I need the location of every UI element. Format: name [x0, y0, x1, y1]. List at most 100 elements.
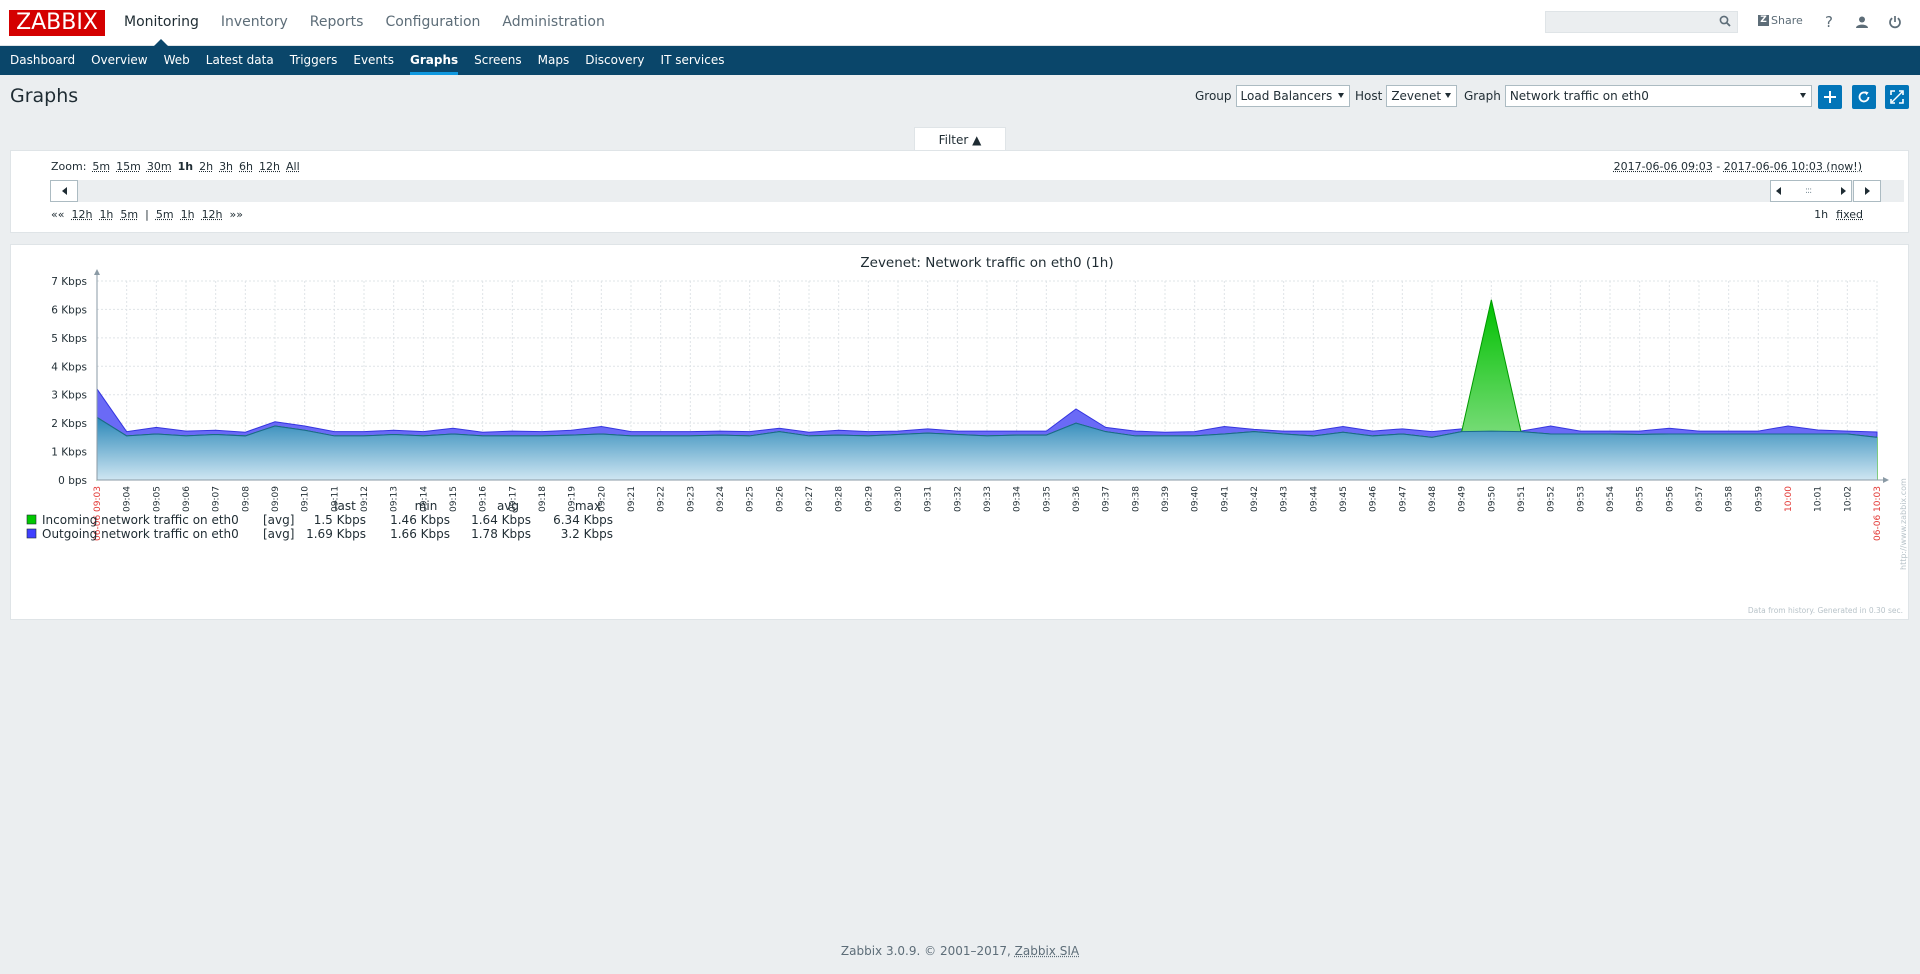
x-tick-label: 09:05 — [152, 486, 162, 512]
zoom-option-30m[interactable]: 30m — [147, 160, 172, 173]
subnav-item-graphs[interactable]: Graphs — [402, 46, 466, 75]
top-header: ZABBIX Monitoring Inventory Reports Configu… — [0, 0, 1920, 46]
x-tick-label: 09:47 — [1398, 486, 1408, 512]
subnav-item-events[interactable]: Events — [345, 46, 402, 75]
nav-back-1h[interactable]: 1h — [99, 208, 113, 221]
zoom-option-3h[interactable]: 3h — [219, 160, 233, 173]
y-tick-label: 4 Kbps — [51, 361, 87, 373]
add-to-favourites-button[interactable] — [1818, 85, 1842, 109]
x-tick-label: 09:33 — [983, 486, 993, 512]
subnav-item-web[interactable]: Web — [156, 46, 198, 75]
topnav-item-inventory[interactable]: Inventory — [210, 0, 299, 45]
chart-title: Zevenet: Network traffic on eth0 (1h) — [860, 255, 1113, 271]
y-axis-arrow-icon — [94, 269, 100, 275]
zoom-options: Zoom: 5m 15m 30m 1h 2h 3h 6h 12h All — [51, 160, 300, 173]
group-select[interactable]: Load Balancers — [1235, 85, 1350, 107]
user-profile-icon[interactable] — [1852, 12, 1872, 32]
zoom-option-2h[interactable]: 2h — [199, 160, 213, 173]
share-button[interactable]: Z Share — [1758, 14, 1803, 27]
subnav-item-maps[interactable]: Maps — [530, 46, 578, 75]
nav-forward-12h[interactable]: 12h — [202, 208, 223, 221]
zoom-option-all[interactable]: All — [286, 160, 300, 173]
legend-series-name: Incoming network traffic on eth0 — [42, 513, 239, 527]
subnav-item-discovery[interactable]: Discovery — [577, 46, 652, 75]
x-tick-label: 09:39 — [1161, 486, 1171, 512]
zoom-option-12h[interactable]: 12h — [259, 160, 280, 173]
handle-left-icon[interactable] — [1776, 187, 1781, 195]
sub-menu: Dashboard Overview Web Latest data Triggers E… — [0, 46, 1920, 75]
subnav-item-latest-data[interactable]: Latest data — [198, 46, 282, 75]
search-icon[interactable] — [1719, 15, 1731, 27]
help-icon[interactable]: ? — [1819, 12, 1839, 32]
nav-forward-5m[interactable]: 5m — [156, 208, 174, 221]
scroll-left-button[interactable] — [50, 180, 78, 202]
subnav-item-dashboard[interactable]: Dashboard — [2, 46, 83, 75]
subnav-item-triggers[interactable]: Triggers — [282, 46, 346, 75]
legend-value-min: 1.46 Kbps — [390, 513, 450, 527]
y-tick-label: 7 Kbps — [51, 276, 87, 288]
x-tick-label: 09:31 — [924, 486, 934, 512]
grip-icon: ::: — [1805, 186, 1812, 196]
network-traffic-chart[interactable]: Zevenet: Network traffic on eth0 (1h) 0 b… — [11, 245, 1908, 619]
x-tick-label: 09:15 — [449, 486, 459, 512]
subnav-item-overview[interactable]: Overview — [83, 46, 156, 75]
x-tick-label: 09:48 — [1428, 486, 1438, 512]
page-title: Graphs — [10, 85, 79, 107]
zoom-option-15m[interactable]: 15m — [116, 160, 141, 173]
period-from-link[interactable]: 2017-06-06 09:03 — [1614, 160, 1713, 173]
x-tick-label: 09:10 — [301, 486, 311, 512]
x-tick-label: 09:55 — [1636, 486, 1646, 512]
scroll-right-button[interactable] — [1853, 180, 1881, 202]
nav-forward-1h[interactable]: 1h — [181, 208, 195, 221]
legend-color-swatch — [26, 514, 37, 525]
period-to-link[interactable]: 2017-06-06 10:03 (now!) — [1724, 160, 1862, 173]
x-tick-label: 09:34 — [1013, 486, 1023, 512]
zoom-option-6h[interactable]: 6h — [239, 160, 253, 173]
x-tick-label: 09:27 — [805, 486, 815, 512]
x-tick-label: 09:38 — [1131, 486, 1141, 512]
x-tick-label: 09:04 — [123, 486, 133, 512]
footer-link[interactable]: Zabbix SIA — [1015, 944, 1079, 958]
period-length: 1h — [1814, 208, 1829, 221]
topnav-item-reports[interactable]: Reports — [299, 0, 375, 45]
search-box — [1545, 11, 1738, 33]
refresh-button[interactable] — [1852, 85, 1876, 109]
nav-separator: | — [145, 208, 149, 221]
x-tick-label: 09:21 — [627, 486, 637, 512]
timeline-scrollbar[interactable]: ::: — [50, 180, 1904, 202]
legend-series-func: [avg] — [263, 513, 294, 527]
graph-select[interactable]: Network traffic on eth0 — [1504, 85, 1812, 107]
legend-value-min: 1.66 Kbps — [390, 527, 450, 541]
scroll-handle[interactable]: ::: — [1770, 180, 1852, 202]
x-tick-label: 10:00 — [1784, 486, 1794, 512]
subnav-item-screens[interactable]: Screens — [466, 46, 530, 75]
topnav-item-configuration[interactable]: Configuration — [374, 0, 491, 45]
handle-right-icon[interactable] — [1841, 187, 1846, 195]
zabbix-logo[interactable]: ZABBIX — [9, 10, 105, 36]
dropdown-arrow-icon — [1799, 93, 1806, 98]
zoom-option-5m[interactable]: 5m — [92, 160, 110, 173]
zoom-option-1h[interactable]: 1h — [178, 160, 194, 173]
fullscreen-icon — [1890, 90, 1904, 104]
search-input[interactable] — [1546, 12, 1714, 32]
x-tick-label: 09:23 — [686, 486, 696, 512]
nav-forward-far-label: »» — [229, 208, 243, 221]
host-select[interactable]: Zevenet — [1386, 85, 1458, 107]
legend-color-swatch — [26, 528, 37, 539]
legend-value-last: 1.69 Kbps — [306, 527, 366, 541]
topnav-item-administration[interactable]: Administration — [491, 0, 615, 45]
nav-back-5m[interactable]: 5m — [120, 208, 138, 221]
filter-toggle-tab[interactable]: Filter ▲ — [914, 127, 1006, 151]
fullscreen-button[interactable] — [1885, 85, 1909, 109]
period-display: 2017-06-06 09:03 - 2017-06-06 10:03 (now… — [1614, 160, 1862, 173]
legend-value-max: 3.2 Kbps — [561, 527, 613, 541]
x-tick-label: 09:30 — [894, 486, 904, 512]
topnav-item-monitoring[interactable]: Monitoring — [113, 0, 210, 46]
y-tick-label: 1 Kbps — [51, 447, 87, 459]
nav-back-12h[interactable]: 12h — [71, 208, 92, 221]
fixed-toggle-link[interactable]: fixed — [1836, 208, 1863, 221]
x-tick-label: 09:24 — [716, 486, 726, 512]
sign-out-icon[interactable] — [1885, 12, 1905, 32]
subnav-item-it-services[interactable]: IT services — [653, 46, 733, 75]
x-tick-label: 09:57 — [1695, 486, 1705, 512]
